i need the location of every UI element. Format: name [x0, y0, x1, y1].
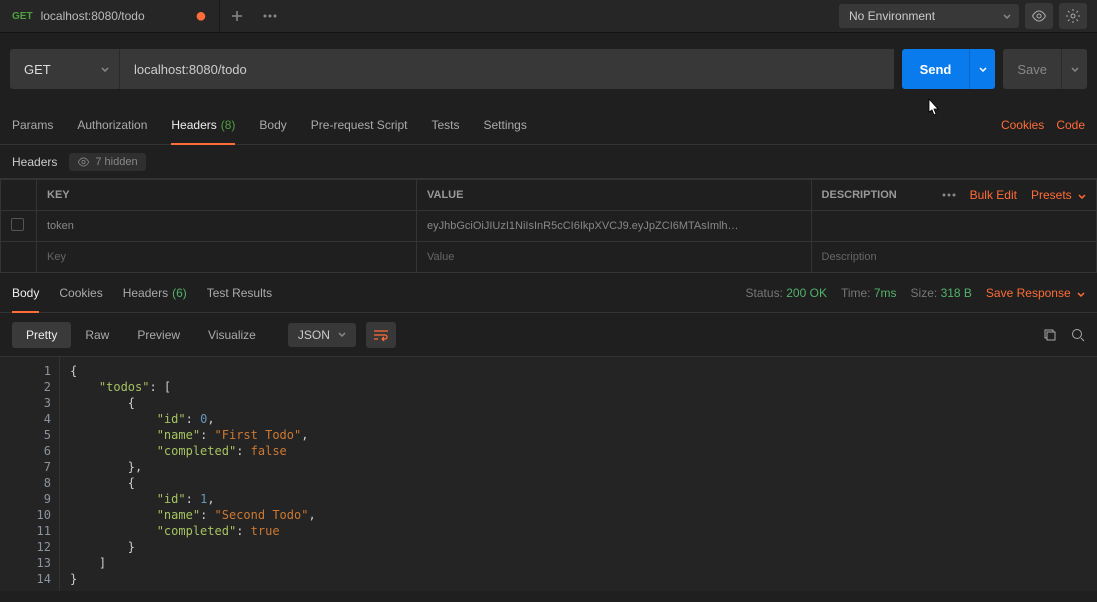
ellipsis-icon: [263, 14, 277, 18]
copy-icon: [1043, 328, 1057, 342]
table-row-new[interactable]: Key Value Description: [1, 242, 1097, 273]
headers-label: Headers: [12, 155, 57, 169]
cookies-link[interactable]: Cookies: [1001, 118, 1044, 132]
th-toggle: [1, 180, 37, 211]
th-key: KEY: [37, 180, 417, 211]
tab-headers[interactable]: Headers (8): [171, 105, 235, 144]
tab-dirty-icon: ●: [195, 5, 207, 28]
view-raw[interactable]: Raw: [71, 322, 123, 348]
caret-down-icon: [338, 332, 346, 337]
tab-prerequest[interactable]: Pre-request Script: [311, 105, 408, 144]
new-desc-input[interactable]: Description: [811, 242, 1096, 273]
new-tab-button[interactable]: [220, 0, 253, 33]
save-dropdown[interactable]: [1061, 49, 1087, 89]
th-description: DESCRIPTION Bulk Edit Presets: [811, 180, 1096, 211]
caret-down-icon: [101, 67, 109, 72]
method-select[interactable]: GET: [10, 49, 120, 89]
save-response-link[interactable]: Save Response: [986, 286, 1085, 300]
tab-tests[interactable]: Tests: [431, 105, 459, 144]
new-key-input[interactable]: Key: [37, 242, 417, 273]
presets-link[interactable]: Presets: [1031, 188, 1086, 202]
search-icon: [1071, 328, 1085, 342]
send-dropdown[interactable]: [969, 49, 995, 89]
tab-settings[interactable]: Settings: [484, 105, 527, 144]
save-button[interactable]: Save: [1003, 49, 1061, 89]
cursor-icon: [924, 98, 942, 120]
size-value: 318 B: [941, 286, 972, 300]
new-value-input[interactable]: Value: [417, 242, 812, 273]
view-preview[interactable]: Preview: [123, 322, 194, 348]
copy-button[interactable]: [1043, 328, 1057, 342]
header-value-cell[interactable]: eyJhbGciOiJIUzI1NiIsInR5cCI6IkpXVCJ9.eyJ…: [417, 211, 812, 242]
code-content: { "todos": [ { "id": 0, "name": "First T…: [60, 357, 326, 591]
caret-down-icon: [1078, 194, 1086, 199]
format-select[interactable]: JSON: [288, 323, 356, 347]
environment-select[interactable]: No Environment: [839, 4, 1019, 28]
header-key-cell[interactable]: token: [37, 211, 417, 242]
tab-method: GET: [12, 11, 33, 22]
response-body[interactable]: 1234567891011121314 { "todos": [ { "id":…: [0, 357, 1097, 591]
tab-authorization[interactable]: Authorization: [77, 105, 147, 144]
tab-params[interactable]: Params: [12, 105, 53, 144]
code-link[interactable]: Code: [1056, 118, 1085, 132]
resp-tab-tests[interactable]: Test Results: [207, 273, 272, 312]
caret-down-icon: [1071, 67, 1079, 72]
tab-more-button[interactable]: [253, 0, 286, 33]
method-value: GET: [24, 62, 51, 77]
send-button[interactable]: Send: [902, 49, 970, 89]
tab-body[interactable]: Body: [259, 105, 286, 144]
line-gutter: 1234567891011121314: [0, 357, 60, 591]
wrap-lines-button[interactable]: [366, 322, 396, 348]
time-value: 7ms: [874, 286, 897, 300]
env-quicklook-button[interactable]: [1025, 3, 1053, 29]
url-input[interactable]: [120, 49, 894, 89]
row-checkbox[interactable]: [11, 218, 24, 231]
tab-title: localhost:8080/todo: [41, 9, 145, 23]
resp-tab-body[interactable]: Body: [12, 273, 39, 312]
table-row[interactable]: token eyJhbGciOiJIUzI1NiIsInR5cCI6IkpXVC…: [1, 211, 1097, 242]
search-button[interactable]: [1071, 328, 1085, 342]
resp-tab-headers[interactable]: Headers (6): [123, 273, 187, 312]
bulk-edit-link[interactable]: Bulk Edit: [970, 188, 1017, 202]
wrap-icon: [373, 329, 389, 341]
environment-label: No Environment: [849, 9, 935, 23]
caret-down-icon: [1003, 14, 1011, 19]
resp-tab-cookies[interactable]: Cookies: [59, 273, 102, 312]
view-pretty[interactable]: Pretty: [12, 322, 71, 348]
eye-icon: [77, 157, 90, 167]
th-value: VALUE: [417, 180, 812, 211]
plus-icon: [230, 9, 244, 23]
view-visualize[interactable]: Visualize: [194, 322, 270, 348]
toggle-hidden-headers[interactable]: 7 hidden: [69, 153, 145, 171]
more-icon[interactable]: [942, 193, 956, 197]
headers-table: KEY VALUE DESCRIPTION Bulk Edit Presets: [0, 179, 1097, 273]
eye-icon: [1031, 10, 1047, 22]
header-desc-cell[interactable]: [811, 211, 1096, 242]
status-value: 200 OK: [786, 286, 827, 300]
request-tab[interactable]: GET localhost:8080/todo ●: [0, 0, 220, 32]
caret-down-icon: [1077, 292, 1085, 297]
settings-button[interactable]: [1059, 3, 1087, 29]
gear-icon: [1065, 8, 1081, 24]
caret-down-icon: [979, 67, 987, 72]
